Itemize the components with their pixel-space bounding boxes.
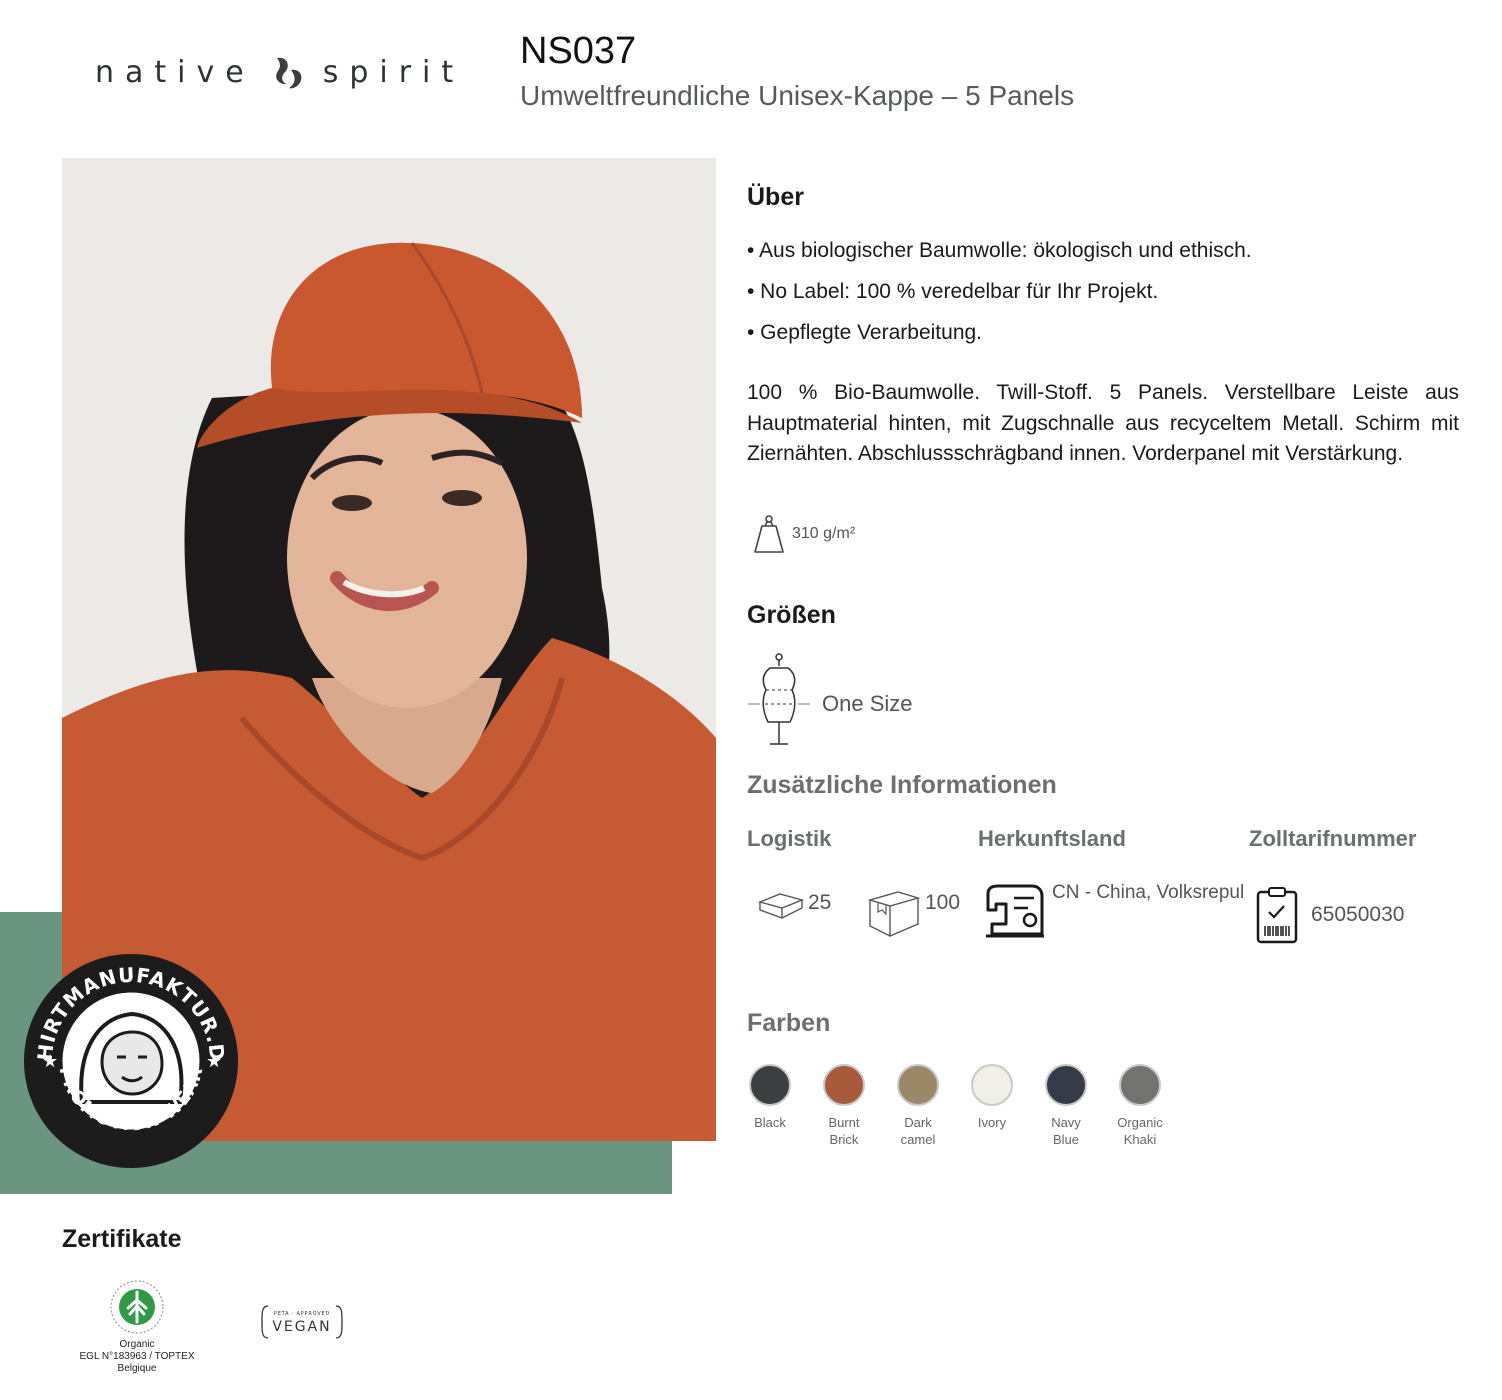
package-large-icon xyxy=(867,888,921,943)
feature-list: • Aus biologischer Baumwolle: ökologisch… xyxy=(747,235,1447,358)
brand-name-left: native xyxy=(95,54,255,90)
swatch-label: Dark camel xyxy=(900,1115,936,1147)
svg-text:★: ★ xyxy=(42,1051,58,1072)
color-swatch-burnt-brick[interactable]: Burnt Brick xyxy=(821,1064,867,1148)
swatch-label: Ivory xyxy=(977,1115,1007,1130)
product-code: NS037 xyxy=(520,30,637,72)
svg-text:★: ★ xyxy=(206,1051,222,1072)
logistics-label: Logistik xyxy=(747,826,832,851)
weight-value: 310 g/m² xyxy=(792,524,856,542)
size-option: One Size xyxy=(746,652,913,755)
brand-name-right: spirit xyxy=(322,54,465,90)
additional-heading: Zusätzliche Informationen xyxy=(747,771,1057,799)
brand-mark-icon xyxy=(269,52,309,92)
vegan-top-text: PETA · APPROVED xyxy=(274,1311,330,1317)
fabric-weight: 310 g/m² xyxy=(752,514,855,559)
sewing-machine-icon xyxy=(984,884,1046,945)
swatch-dot[interactable] xyxy=(749,1064,791,1106)
swatch-label: Black xyxy=(754,1115,786,1130)
feature-item: • Gepflegte Verarbeitung. xyxy=(747,321,983,344)
feature-item: • Aus biologischer Baumwolle: ökologisch… xyxy=(747,239,1252,262)
color-swatch-ivory[interactable]: Ivory xyxy=(969,1064,1015,1148)
color-swatches: Black Burnt Brick Dark camel Ivory Navy Blu… xyxy=(747,1064,1163,1148)
tariff-value: 65050030 xyxy=(1311,903,1405,926)
tariff-label: Zolltarifnummer xyxy=(1249,826,1417,851)
size-value: One Size xyxy=(822,690,913,716)
origin-value: CN - China, Volksrepul xyxy=(1052,882,1245,903)
weight-icon xyxy=(752,514,786,559)
product-description: 100 % Bio-Baumwolle. Twill-Stoff. 5 Pane… xyxy=(747,381,1459,465)
color-swatch-organic-khaki[interactable]: Organic Khaki xyxy=(1117,1064,1163,1148)
swatch-dot[interactable] xyxy=(1119,1064,1161,1106)
shop-badge: SHIRTMANUFAKTUR.DE PROMOTION-WEAR ★ ★ xyxy=(14,933,240,1170)
color-swatch-dark-camel[interactable]: Dark camel xyxy=(895,1064,941,1148)
swatch-dot[interactable] xyxy=(897,1064,939,1106)
swatch-dot[interactable] xyxy=(971,1064,1013,1106)
tariff-clipboard-icon xyxy=(1255,886,1299,949)
feature-item: • No Label: 100 % veredelbar für Ihr Pro… xyxy=(747,280,1159,303)
sizes-heading: Größen xyxy=(747,601,836,629)
colors-heading: Farben xyxy=(747,1009,831,1037)
swatch-label: Navy Blue xyxy=(1051,1115,1081,1147)
certificates-heading: Zertifikate xyxy=(62,1225,182,1253)
swatch-label: Organic Khaki xyxy=(1117,1115,1163,1147)
gots-logo-icon xyxy=(106,1278,168,1341)
origin-label: Herkunftsland xyxy=(978,826,1126,851)
gots-caption: Organic EGL N°183963 / TOPTEX Belgique xyxy=(79,1339,195,1374)
vegan-text: VEGAN xyxy=(272,1319,331,1335)
pack-large-value: 100 xyxy=(925,891,961,914)
pack-small-value: 25 xyxy=(808,891,832,914)
mannequin-icon xyxy=(746,652,812,755)
brand-logo: native spirit xyxy=(95,52,464,92)
package-small-icon xyxy=(757,888,805,927)
swatch-dot[interactable] xyxy=(823,1064,865,1106)
swatch-label: Burnt Brick xyxy=(828,1115,860,1147)
swatch-dot[interactable] xyxy=(1045,1064,1087,1106)
color-swatch-navy-blue[interactable]: Navy Blue xyxy=(1043,1064,1089,1148)
color-swatch-black[interactable]: Black xyxy=(747,1064,793,1148)
product-subtitle: Umweltfreundliche Unisex-Kappe – 5 Panel… xyxy=(520,80,1075,111)
vegan-logo: PETA · APPROVED VEGAN xyxy=(260,1304,344,1345)
about-heading: Über xyxy=(747,183,804,211)
